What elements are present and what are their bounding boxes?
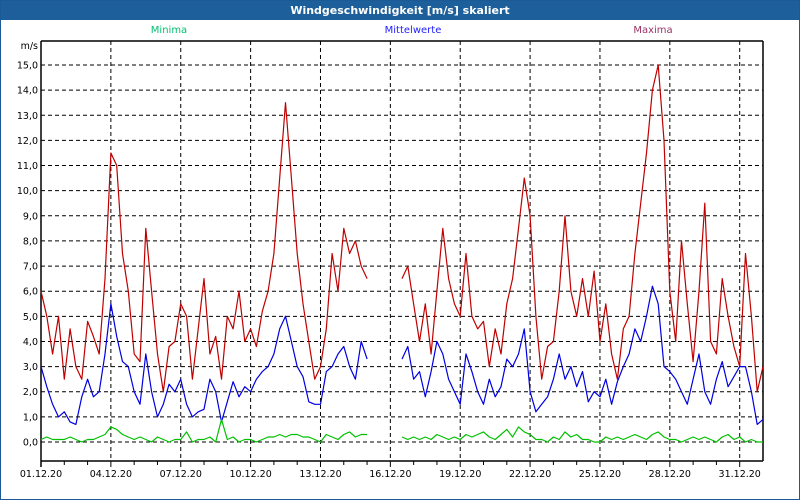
y-tick-label: 10,0 [17,186,38,197]
x-tick-label: 22.12.20 [509,469,551,480]
x-tick-label: 07.12.20 [160,469,202,480]
x-tick-label: 13.12.20 [299,469,341,480]
chart-window: Windgeschwindigkeit [m/s] skaliert Minim… [0,0,800,500]
x-tick-label: 01.12.20 [20,469,62,480]
line-chart: 0,0 1,0 2,0 3,0 4,0 5,0 6,0 7,0 8,0 9,0 10,0 11,0 12… [17,40,764,480]
x-tick-label: 16.12.20 [369,469,411,480]
x-tick-label: 04.12.20 [90,469,132,480]
series-mittelwerte-line [40,303,368,425]
series-maxima-line [401,64,764,393]
x-tick-label: 19.12.20 [439,469,481,480]
series-maxima-line [40,102,368,393]
y-tick-label: 12,0 [17,136,38,147]
y-tick-label: 2,0 [23,387,38,398]
series-minima-line [40,418,368,443]
x-tick-label: 31.12.20 [719,469,761,480]
y-tick-label: 4,0 [23,337,38,348]
y-axis-unit: m/s [21,41,38,52]
x-tick-label: 28.12.20 [649,469,691,480]
y-tick-label: 1,0 [23,412,38,423]
x-tick-label: 10.12.20 [229,469,271,480]
y-tick-label: 7,0 [23,262,38,273]
y-tick-label: 13,0 [17,111,38,122]
x-tick-label: 25.12.20 [579,469,621,480]
y-tick-label: 14,0 [17,86,38,97]
y-tick-label: 8,0 [23,236,38,247]
y-tick-label: 6,0 [23,287,38,298]
y-tick-label: 5,0 [23,312,38,323]
y-tick-label: 0,0 [23,438,38,449]
y-tick-label: 15,0 [17,61,38,72]
y-tick-label: 11,0 [17,161,38,172]
y-tick-label: 9,0 [23,211,38,222]
y-tick-label: 3,0 [23,362,38,373]
series-minima-line [401,426,763,443]
